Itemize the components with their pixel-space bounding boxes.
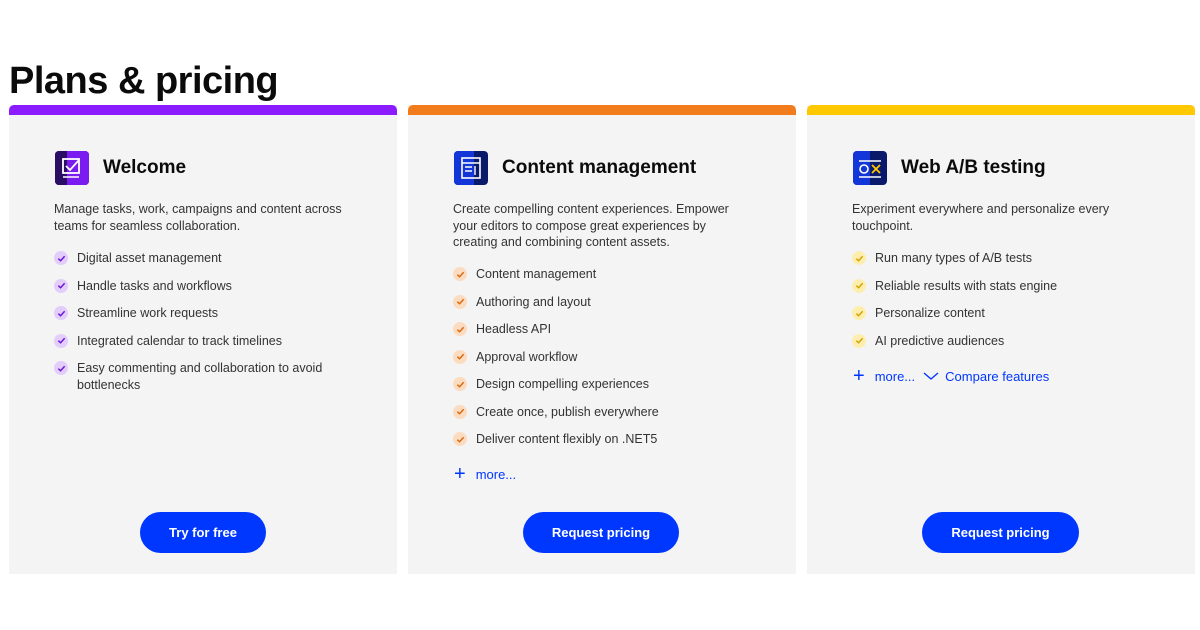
list-item: Authoring and layout <box>453 294 773 311</box>
more-features-row: + more... <box>454 464 516 484</box>
check-icon <box>54 306 68 320</box>
card-title: Content management <box>502 157 697 178</box>
check-icon <box>852 306 866 320</box>
list-item: Design compelling experiences <box>453 376 773 393</box>
request-pricing-button[interactable]: Request pricing <box>523 512 679 553</box>
check-icon <box>54 251 68 265</box>
more-link[interactable]: more... <box>875 369 915 384</box>
card-description: Create compelling content experiences. E… <box>453 202 729 249</box>
list-item: Easy commenting and collaboration to avo… <box>54 360 374 393</box>
feature-list: Digital asset management Handle tasks an… <box>54 250 374 404</box>
check-icon <box>852 251 866 265</box>
check-icon <box>453 349 467 364</box>
check-icon <box>453 377 467 391</box>
list-item: Run many types of A/B tests <box>852 250 1172 267</box>
list-item: AI predictive audiences <box>852 333 1172 350</box>
list-item: Streamline work requests <box>54 305 374 322</box>
plan-card-welcome: Welcome Manage tasks, work, campaigns an… <box>9 105 397 574</box>
list-item: Digital asset management <box>54 250 374 267</box>
list-item: Approval workflow <box>453 349 773 366</box>
request-pricing-button[interactable]: Request pricing <box>922 512 1079 553</box>
list-item: Create once, publish everywhere <box>453 404 773 421</box>
check-icon <box>453 432 467 446</box>
more-features-row: + more... Compare features <box>853 366 1049 386</box>
card-description: Experiment everywhere and personalize ev… <box>852 202 1110 233</box>
plan-card-web-ab-testing: Web A/B testing Experiment everywhere an… <box>807 105 1195 574</box>
list-item: Deliver content flexibly on .NET5 <box>453 431 773 448</box>
page-title: Plans & pricing <box>9 60 279 102</box>
compare-features-link[interactable]: Compare features <box>945 369 1049 384</box>
feature-list: Content management Authoring and layout … <box>453 266 773 459</box>
check-icon <box>54 333 68 348</box>
check-icon <box>453 322 467 336</box>
list-item: Headless API <box>453 321 773 338</box>
card-header: Welcome <box>55 151 186 185</box>
check-icon <box>453 267 467 281</box>
card-title: Welcome <box>103 157 187 178</box>
card-title: Web A/B testing <box>901 157 1046 178</box>
check-icon <box>852 333 866 348</box>
list-item: Personalize content <box>852 305 1172 322</box>
feature-list: Run many types of A/B tests Reliable res… <box>852 250 1172 360</box>
list-item: Handle tasks and workflows <box>54 278 374 295</box>
card-header: Content management <box>454 151 696 185</box>
check-icon <box>54 361 68 375</box>
card-accent-bar <box>807 105 1195 115</box>
check-icon <box>54 278 68 293</box>
check-icon <box>453 404 467 419</box>
ab-test-icon <box>853 151 887 185</box>
list-item: Integrated calendar to track timelines <box>54 333 374 350</box>
check-icon <box>852 278 866 293</box>
list-item: Reliable results with stats engine <box>852 278 1172 295</box>
more-link[interactable]: more... <box>476 467 516 482</box>
plus-icon[interactable]: + <box>454 464 466 484</box>
plan-card-content-management: Content management Create compelling con… <box>408 105 796 574</box>
card-accent-bar <box>9 105 397 115</box>
plus-icon[interactable]: + <box>853 366 865 386</box>
document-layout-icon <box>454 151 488 185</box>
checkbox-board-icon <box>55 151 89 185</box>
chevron-down-icon[interactable] <box>923 371 939 381</box>
card-header: Web A/B testing <box>853 151 1046 185</box>
card-description: Manage tasks, work, campaigns and conten… <box>54 202 342 233</box>
card-accent-bar <box>408 105 796 115</box>
check-icon <box>453 294 467 309</box>
try-for-free-button[interactable]: Try for free <box>140 512 266 553</box>
plan-cards: Welcome Manage tasks, work, campaigns an… <box>9 105 1195 574</box>
list-item: Content management <box>453 266 773 283</box>
